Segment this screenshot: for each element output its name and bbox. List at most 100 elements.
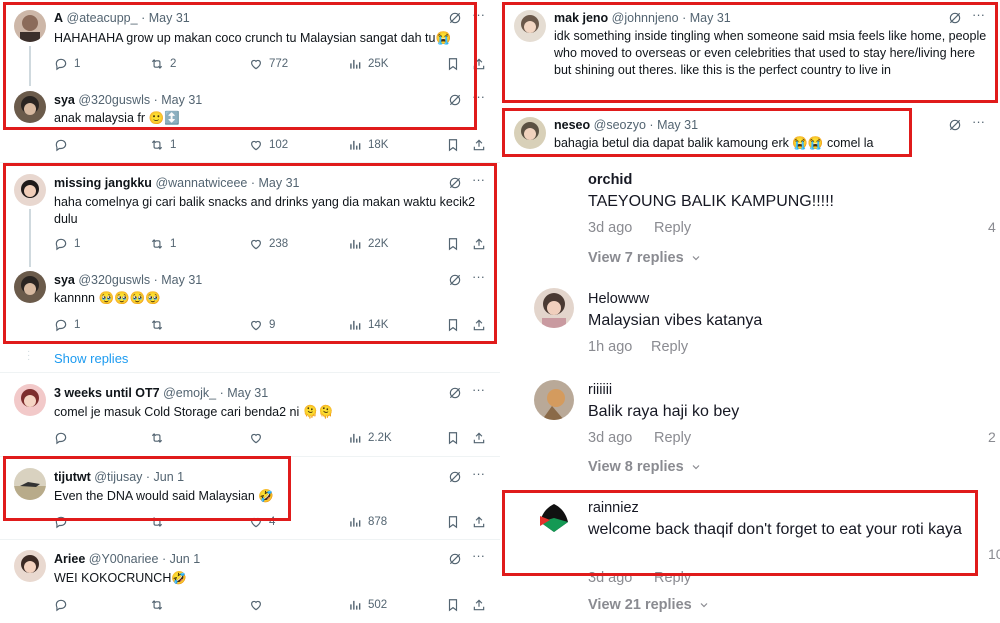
views-button[interactable]: 2.2K bbox=[348, 431, 392, 445]
reply-button[interactable]: 1 bbox=[54, 318, 80, 332]
grok-icon[interactable] bbox=[948, 11, 962, 25]
more-icon[interactable]: ··· bbox=[472, 269, 485, 284]
share-button[interactable] bbox=[472, 57, 486, 71]
tweet-sya-2[interactable]: sya @320guswls · May 31 ··· kannnn 🥹🥹🥹🥹 … bbox=[0, 267, 500, 342]
views-button[interactable]: 18K bbox=[348, 138, 388, 152]
like-button[interactable]: 4 bbox=[249, 515, 275, 529]
repost-button[interactable]: 2 bbox=[150, 57, 176, 71]
bookmark-button[interactable] bbox=[446, 515, 460, 529]
repost-button[interactable]: 1 bbox=[150, 237, 176, 251]
display-name[interactable]: missing jangkku bbox=[54, 176, 152, 190]
like-button[interactable]: 102 bbox=[249, 138, 288, 152]
avatar[interactable] bbox=[534, 288, 574, 328]
grok-icon[interactable] bbox=[448, 273, 462, 287]
avatar[interactable] bbox=[14, 550, 46, 582]
like-button[interactable] bbox=[249, 598, 263, 612]
avatar[interactable] bbox=[514, 117, 546, 149]
tweet-emojk[interactable]: 3 weeks until OT7 @emojk_ · May 31 ··· c… bbox=[0, 374, 500, 454]
grok-icon[interactable] bbox=[448, 470, 462, 484]
handle[interactable]: @johnnjeno bbox=[612, 11, 679, 25]
reply-button[interactable]: 1 bbox=[54, 237, 80, 251]
views-button[interactable]: 22K bbox=[348, 237, 388, 251]
repost-button[interactable] bbox=[150, 598, 164, 612]
handle[interactable]: @tijusay bbox=[94, 470, 142, 484]
display-name[interactable]: tijutwt bbox=[54, 470, 91, 484]
avatar[interactable] bbox=[14, 91, 46, 123]
grok-icon[interactable] bbox=[448, 11, 462, 25]
tweet-sya-1[interactable]: sya @320guswls · May 31 ··· anak malaysi… bbox=[0, 85, 500, 162]
avatar[interactable] bbox=[14, 384, 46, 416]
view-replies-button[interactable]: View 7 replies bbox=[588, 250, 702, 266]
tweet-date[interactable]: May 31 bbox=[161, 93, 202, 107]
repost-button[interactable]: 1 bbox=[150, 138, 176, 152]
repost-button[interactable] bbox=[150, 431, 164, 445]
grok-icon[interactable] bbox=[448, 552, 462, 566]
share-button[interactable] bbox=[472, 318, 486, 332]
views-button[interactable]: 14K bbox=[348, 318, 388, 332]
tweet-ateacupp[interactable]: A @ateacupp_ · May 31 ··· HAHAHAHA grow … bbox=[0, 0, 500, 83]
more-icon[interactable]: ··· bbox=[972, 7, 985, 22]
display-name[interactable]: Ariee bbox=[54, 552, 85, 566]
comment-username[interactable]: rainniez bbox=[588, 500, 639, 516]
avatar[interactable] bbox=[14, 468, 46, 500]
display-name[interactable]: sya bbox=[54, 273, 75, 287]
comment-username[interactable]: orchid bbox=[588, 172, 632, 188]
reply-button[interactable] bbox=[54, 431, 68, 445]
reply-button[interactable]: 1 bbox=[54, 57, 80, 71]
tweet-date[interactable]: May 31 bbox=[161, 273, 202, 287]
more-icon[interactable]: ··· bbox=[472, 466, 485, 481]
avatar[interactable] bbox=[514, 10, 546, 42]
more-icon[interactable]: ··· bbox=[472, 548, 485, 563]
tweet-wannatwiceee[interactable]: missing jangkku @wannatwiceee · May 31 ·… bbox=[0, 165, 500, 260]
display-name[interactable]: 3 weeks until OT7 bbox=[54, 386, 160, 400]
avatar[interactable] bbox=[534, 380, 574, 420]
bookmark-button[interactable] bbox=[446, 138, 460, 152]
avatar[interactable] bbox=[14, 271, 46, 303]
tweet-date[interactable]: Jun 1 bbox=[154, 470, 185, 484]
grok-icon[interactable] bbox=[448, 386, 462, 400]
more-icon[interactable]: ··· bbox=[972, 114, 985, 129]
more-icon[interactable]: ··· bbox=[472, 382, 485, 397]
more-icon[interactable]: ··· bbox=[472, 172, 485, 187]
tweet-y00nariee[interactable]: Ariee @Y00nariee · Jun 1 ··· WEI KOKOCRU… bbox=[0, 541, 500, 623]
handle[interactable]: @seozyo bbox=[594, 118, 646, 132]
more-icon[interactable]: ··· bbox=[472, 89, 485, 104]
like-button[interactable]: 772 bbox=[249, 57, 288, 71]
share-button[interactable] bbox=[472, 598, 486, 612]
avatar[interactable] bbox=[534, 498, 574, 538]
grok-icon[interactable] bbox=[448, 93, 462, 107]
repost-button[interactable] bbox=[150, 318, 170, 332]
display-name[interactable]: neseo bbox=[554, 118, 590, 132]
tweet-date[interactable]: May 31 bbox=[657, 118, 698, 132]
bookmark-button[interactable] bbox=[446, 57, 460, 71]
reply-link[interactable]: Reply bbox=[654, 430, 691, 446]
tweet-date[interactable]: May 31 bbox=[149, 11, 190, 25]
show-replies-link[interactable]: Show replies bbox=[54, 351, 128, 366]
like-button[interactable]: 9 bbox=[249, 318, 275, 332]
comment-username[interactable]: riiiiii bbox=[588, 382, 612, 398]
like-button[interactable]: 238 bbox=[249, 237, 288, 251]
share-button[interactable] bbox=[472, 431, 486, 445]
more-icon[interactable]: ··· bbox=[472, 7, 485, 22]
bookmark-button[interactable] bbox=[446, 431, 460, 445]
display-name[interactable]: A bbox=[54, 11, 63, 25]
share-button[interactable] bbox=[472, 515, 486, 529]
like-button[interactable] bbox=[249, 431, 263, 445]
reply-button[interactable] bbox=[54, 138, 74, 152]
share-button[interactable] bbox=[472, 138, 486, 152]
handle[interactable]: @320guswls bbox=[78, 93, 150, 107]
avatar[interactable] bbox=[14, 10, 46, 42]
bookmark-button[interactable] bbox=[446, 598, 460, 612]
tweet-seozyo[interactable]: neseo @seozyo · May 31 ··· bahagia betul… bbox=[500, 108, 1000, 158]
handle[interactable]: @320guswls bbox=[78, 273, 150, 287]
reply-button[interactable] bbox=[54, 598, 68, 612]
handle[interactable]: @emojk_ bbox=[163, 386, 216, 400]
reply-button[interactable] bbox=[54, 515, 68, 529]
grok-icon[interactable] bbox=[948, 118, 962, 132]
display-name[interactable]: mak jeno bbox=[554, 11, 608, 25]
views-button[interactable]: 25K bbox=[348, 57, 388, 71]
tweet-date[interactable]: May 31 bbox=[259, 176, 300, 190]
bookmark-button[interactable] bbox=[446, 237, 460, 251]
bookmark-button[interactable] bbox=[446, 318, 460, 332]
tweet-date[interactable]: May 31 bbox=[690, 11, 731, 25]
